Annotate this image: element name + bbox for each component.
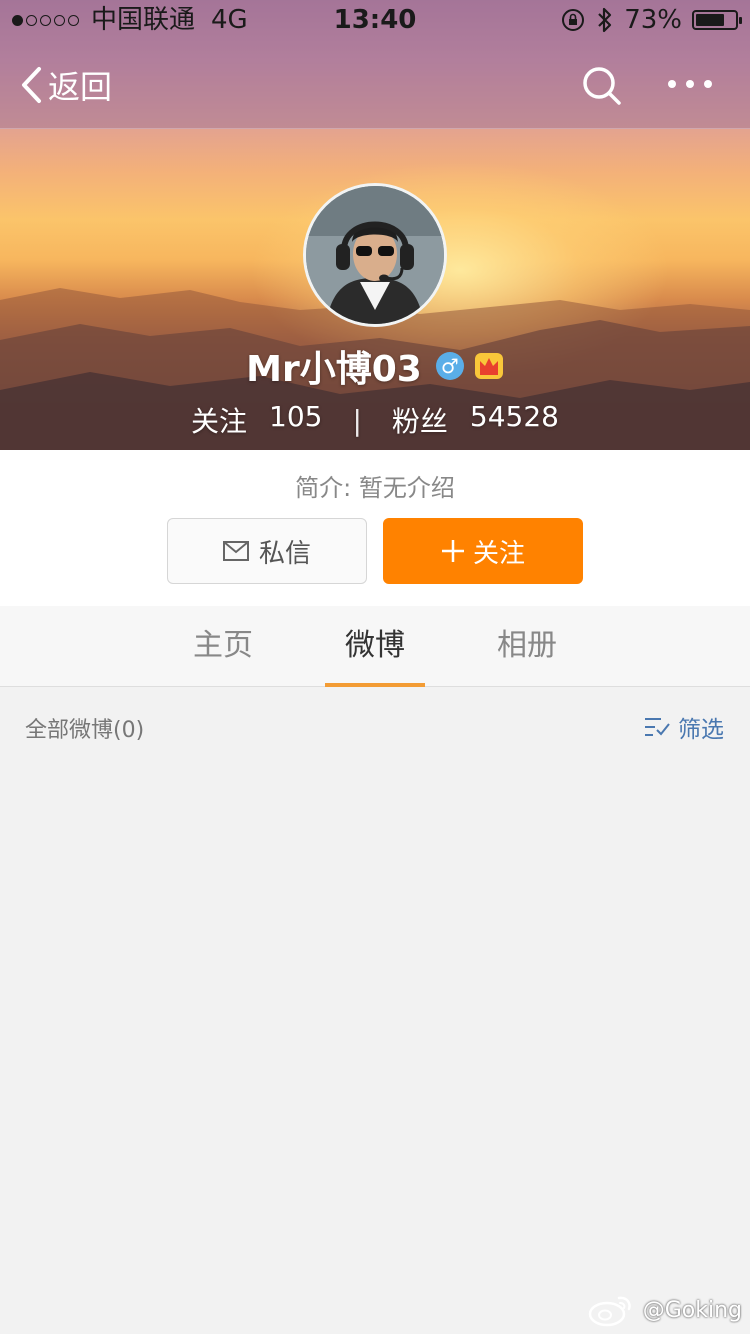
- filter-button[interactable]: 筛选: [644, 710, 724, 744]
- chevron-left-icon: [22, 67, 41, 103]
- watermark: @Goking: [587, 1292, 742, 1328]
- plus-icon: [441, 540, 464, 562]
- stats-divider: |: [352, 403, 362, 437]
- followers-label: 粉丝: [391, 405, 448, 438]
- follow-button[interactable]: 关注: [383, 518, 583, 584]
- profile-name-row: Mr小博03 ♂: [0, 340, 750, 392]
- all-posts-count: 全部微博(0): [25, 718, 145, 743]
- profile-name: Mr小博03: [246, 349, 422, 390]
- bluetooth-icon: [598, 7, 612, 33]
- status-bar: 中国联通 4G 13:40 73%: [0, 0, 750, 40]
- rotation-lock-icon: [562, 9, 585, 31]
- battery-percent: 73%: [624, 5, 682, 35]
- watermark-text: @Goking: [642, 1297, 742, 1323]
- followers-stat[interactable]: 粉丝 54528: [392, 400, 559, 440]
- back-label: 返回: [48, 68, 113, 106]
- filter-label: 筛选: [678, 717, 724, 743]
- tab-home[interactable]: 主页: [148, 606, 298, 686]
- profile-tabs: 主页 微博 相册: [0, 606, 750, 687]
- search-icon[interactable]: [580, 64, 624, 108]
- followers-count: 54528: [469, 400, 559, 433]
- more-icon[interactable]: [660, 64, 720, 104]
- filter-icon: [645, 718, 670, 736]
- profile-stats: 关注 105 | 粉丝 54528: [0, 400, 750, 440]
- avatar[interactable]: [303, 183, 447, 327]
- nav-bar: 返回: [0, 40, 750, 128]
- message-label: 私信: [258, 538, 311, 569]
- follow-label: 关注: [472, 538, 525, 569]
- intro-panel: 简介: 暂无介绍 私信 关注: [0, 450, 750, 606]
- weibo-logo-icon: [588, 1296, 631, 1327]
- following-count: 105: [269, 400, 323, 433]
- battery-icon: [692, 10, 742, 30]
- active-tab-indicator: [325, 683, 425, 687]
- posts-list-header: 全部微博(0) 筛选: [0, 688, 750, 766]
- back-button[interactable]: 返回: [20, 62, 112, 108]
- message-button[interactable]: 私信: [167, 518, 367, 584]
- tab-weibo[interactable]: 微博: [300, 606, 450, 686]
- vip-crown-icon[interactable]: [474, 352, 504, 380]
- gender-male-icon: ♂: [435, 352, 464, 380]
- following-stat[interactable]: 关注 105: [191, 400, 322, 440]
- avatar-photo: [306, 186, 444, 324]
- tab-album[interactable]: 相册: [452, 606, 602, 686]
- mail-icon: [222, 541, 249, 561]
- profile-bio: 简介: 暂无介绍: [295, 474, 455, 502]
- following-label: 关注: [191, 405, 248, 438]
